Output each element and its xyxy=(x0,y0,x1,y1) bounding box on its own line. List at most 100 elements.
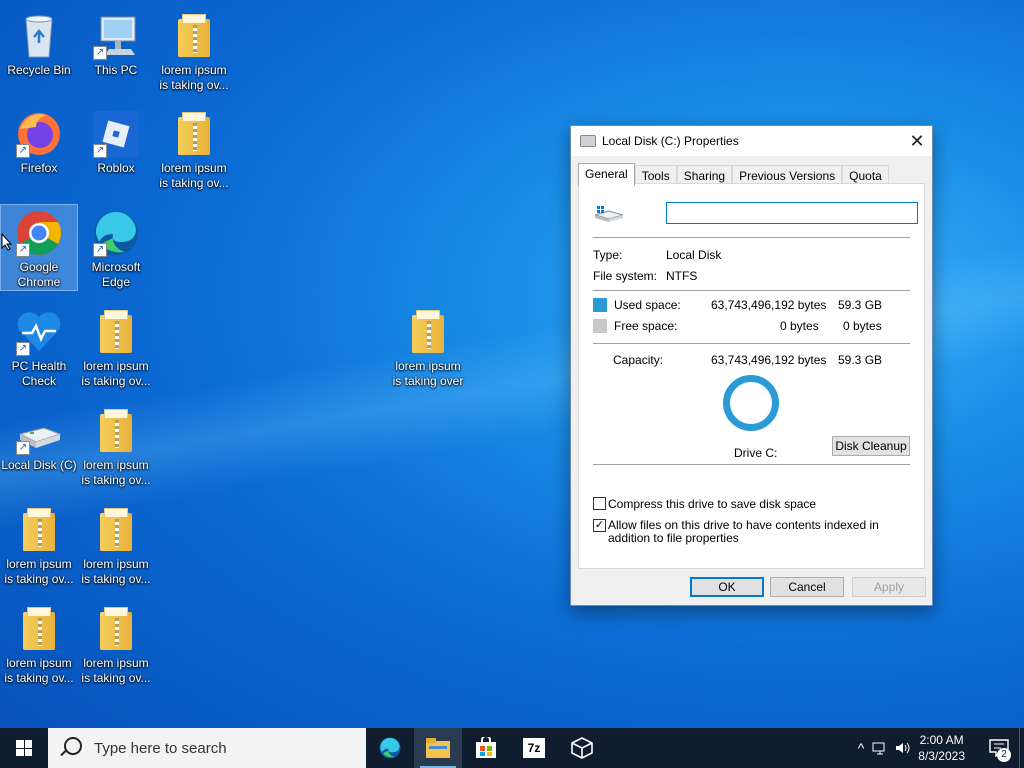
dialog-title: Local Disk (C:) Properties xyxy=(602,134,739,148)
desktop-icon-folder[interactable]: lorem ipsum is taking ov... xyxy=(156,8,232,93)
firefox-icon: ↗ xyxy=(14,109,64,159)
desktop-icon-recycle-bin[interactable]: Recycle Bin xyxy=(1,8,77,78)
taskbar-7zip[interactable]: 7z xyxy=(510,728,558,768)
chrome-icon: ↗ xyxy=(14,208,64,258)
tab-quota[interactable]: Quota xyxy=(842,165,889,185)
desktop-icon-roblox[interactable]: ↗ Roblox xyxy=(78,106,154,176)
search-box[interactable]: Type here to search xyxy=(48,728,366,768)
cancel-button[interactable]: Cancel xyxy=(770,577,844,597)
chevron-up-icon[interactable]: ^ xyxy=(858,740,865,756)
windows-logo-icon xyxy=(16,740,32,756)
zip-folder-icon xyxy=(91,307,141,357)
desktop-icon-folder[interactable]: lorem ipsum is taking ov... xyxy=(78,601,154,686)
icon-label: lorem ipsum is taking ov... xyxy=(81,458,151,487)
search-placeholder: Type here to search xyxy=(94,739,227,757)
tab-general[interactable]: General xyxy=(578,163,635,186)
taskbar-3d-viewer[interactable] xyxy=(558,728,606,768)
zip-folder-icon xyxy=(169,11,219,61)
shortcut-arrow-icon: ↗ xyxy=(16,441,30,455)
desktop-icon-folder[interactable]: lorem ipsum is taking ov... xyxy=(78,403,154,488)
shortcut-arrow-icon: ↗ xyxy=(16,243,30,257)
tab-sharing[interactable]: Sharing xyxy=(676,165,733,185)
divider xyxy=(593,290,910,291)
tab-tools[interactable]: Tools xyxy=(634,165,677,185)
icon-label: Firefox xyxy=(20,161,58,175)
close-button[interactable]: ✕ xyxy=(902,131,932,152)
clock-time: 2:00 AM xyxy=(919,733,964,747)
desktop-icon-folder[interactable]: lorem ipsum is taking ov... xyxy=(156,106,232,191)
icon-label: lorem ipsum is taking ov... xyxy=(4,656,74,685)
tab-previous-versions[interactable]: Previous Versions xyxy=(732,165,843,185)
recycle-bin-icon xyxy=(14,11,64,61)
network-icon[interactable] xyxy=(872,740,888,756)
system-tray: ^ 2:00 AM 8/3/2023 2 xyxy=(858,728,1024,768)
used-space-bytes: 63,743,496,192 bytes xyxy=(711,298,827,312)
desktop-icon-folder[interactable]: lorem ipsum is taking ov... xyxy=(1,502,77,587)
desktop-icon-this-pc[interactable]: ↗ This PC xyxy=(78,8,154,78)
type-value: Local Disk xyxy=(666,248,722,262)
drive-icon xyxy=(595,206,623,222)
computer-icon: ↗ xyxy=(91,11,141,61)
icon-label: Roblox xyxy=(97,161,135,175)
apply-button[interactable]: Apply xyxy=(852,577,926,597)
desktop-icon-local-disk[interactable]: ↗ Local Disk (C) xyxy=(1,403,77,473)
divider xyxy=(593,237,910,238)
compress-checkbox[interactable] xyxy=(593,497,606,510)
used-space-swatch xyxy=(593,298,607,312)
7zip-icon: 7z xyxy=(523,738,545,758)
icon-label: lorem ipsum is taking over xyxy=(392,359,464,388)
desktop-icon-pc-health-check[interactable]: ↗ PC Health Check xyxy=(1,304,77,389)
zip-folder-icon xyxy=(169,109,219,159)
desktop-icon-folder[interactable]: lorem ipsum is taking ov... xyxy=(78,304,154,389)
desktop-icon-folder[interactable]: lorem ipsum is taking over xyxy=(390,304,466,389)
icon-label: Google Chrome xyxy=(17,260,61,289)
desktop-icon-folder[interactable]: lorem ipsum is taking ov... xyxy=(78,502,154,587)
clock-date: 8/3/2023 xyxy=(918,749,965,763)
zip-folder-icon xyxy=(91,406,141,456)
edge-icon: ↗ xyxy=(91,208,141,258)
taskbar: Type here to search 7z ^ 2:00 AM 8/3/202… xyxy=(0,728,1024,768)
ok-button[interactable]: OK xyxy=(690,577,764,597)
free-space-gb: 0 bytes xyxy=(843,319,882,333)
desktop-icon-folder[interactable]: lorem ipsum is taking ov... xyxy=(1,601,77,686)
zip-folder-icon xyxy=(14,604,64,654)
dialog-titlebar[interactable]: Local Disk (C:) Properties ✕ xyxy=(571,126,932,156)
icon-label: lorem ipsum is taking ov... xyxy=(4,557,74,586)
disk-cleanup-button[interactable]: Disk Cleanup xyxy=(832,436,910,456)
search-icon xyxy=(64,737,82,755)
taskbar-store[interactable] xyxy=(462,728,510,768)
desktop-icon-microsoft-edge[interactable]: ↗ Microsoft Edge xyxy=(78,205,154,290)
free-space-bytes: 0 bytes xyxy=(780,319,819,333)
desktop-icon-firefox[interactable]: ↗ Firefox xyxy=(1,106,77,176)
clock[interactable]: 2:00 AM 8/3/2023 xyxy=(918,732,965,764)
capacity-gb: 59.3 GB xyxy=(838,353,883,367)
shortcut-arrow-icon: ↗ xyxy=(16,342,30,356)
index-checkbox[interactable]: ✓ xyxy=(593,519,606,532)
divider xyxy=(593,343,910,344)
icon-label: lorem ipsum is taking ov... xyxy=(81,359,151,388)
icon-label: Recycle Bin xyxy=(7,63,71,77)
drive-name-input[interactable] xyxy=(666,202,918,224)
store-icon xyxy=(476,737,496,758)
icon-label: This PC xyxy=(94,63,138,77)
general-panel: Type: Local Disk File system: NTFS Used … xyxy=(578,183,925,569)
free-space-swatch xyxy=(593,319,607,333)
used-space-label: Used space: xyxy=(614,298,681,312)
type-label: Type: xyxy=(593,248,623,262)
edge-icon xyxy=(379,737,401,759)
show-desktop-button[interactable] xyxy=(1019,728,1024,768)
start-button[interactable] xyxy=(0,728,48,768)
filesystem-value: NTFS xyxy=(666,269,698,283)
notification-badge: 2 xyxy=(997,748,1011,762)
icon-label: lorem ipsum is taking ov... xyxy=(81,656,151,685)
tab-strip: General Tools Sharing Previous Versions … xyxy=(578,163,889,186)
volume-icon[interactable] xyxy=(894,740,910,756)
shortcut-arrow-icon: ↗ xyxy=(93,243,107,257)
drive-icon xyxy=(580,135,596,147)
taskbar-edge[interactable] xyxy=(366,728,414,768)
disk-usage-donut xyxy=(723,375,779,431)
action-center-button[interactable]: 2 xyxy=(979,728,1019,768)
taskbar-file-explorer[interactable] xyxy=(414,728,462,768)
drive-icon: ↗ xyxy=(14,406,64,456)
roblox-icon: ↗ xyxy=(91,109,141,159)
